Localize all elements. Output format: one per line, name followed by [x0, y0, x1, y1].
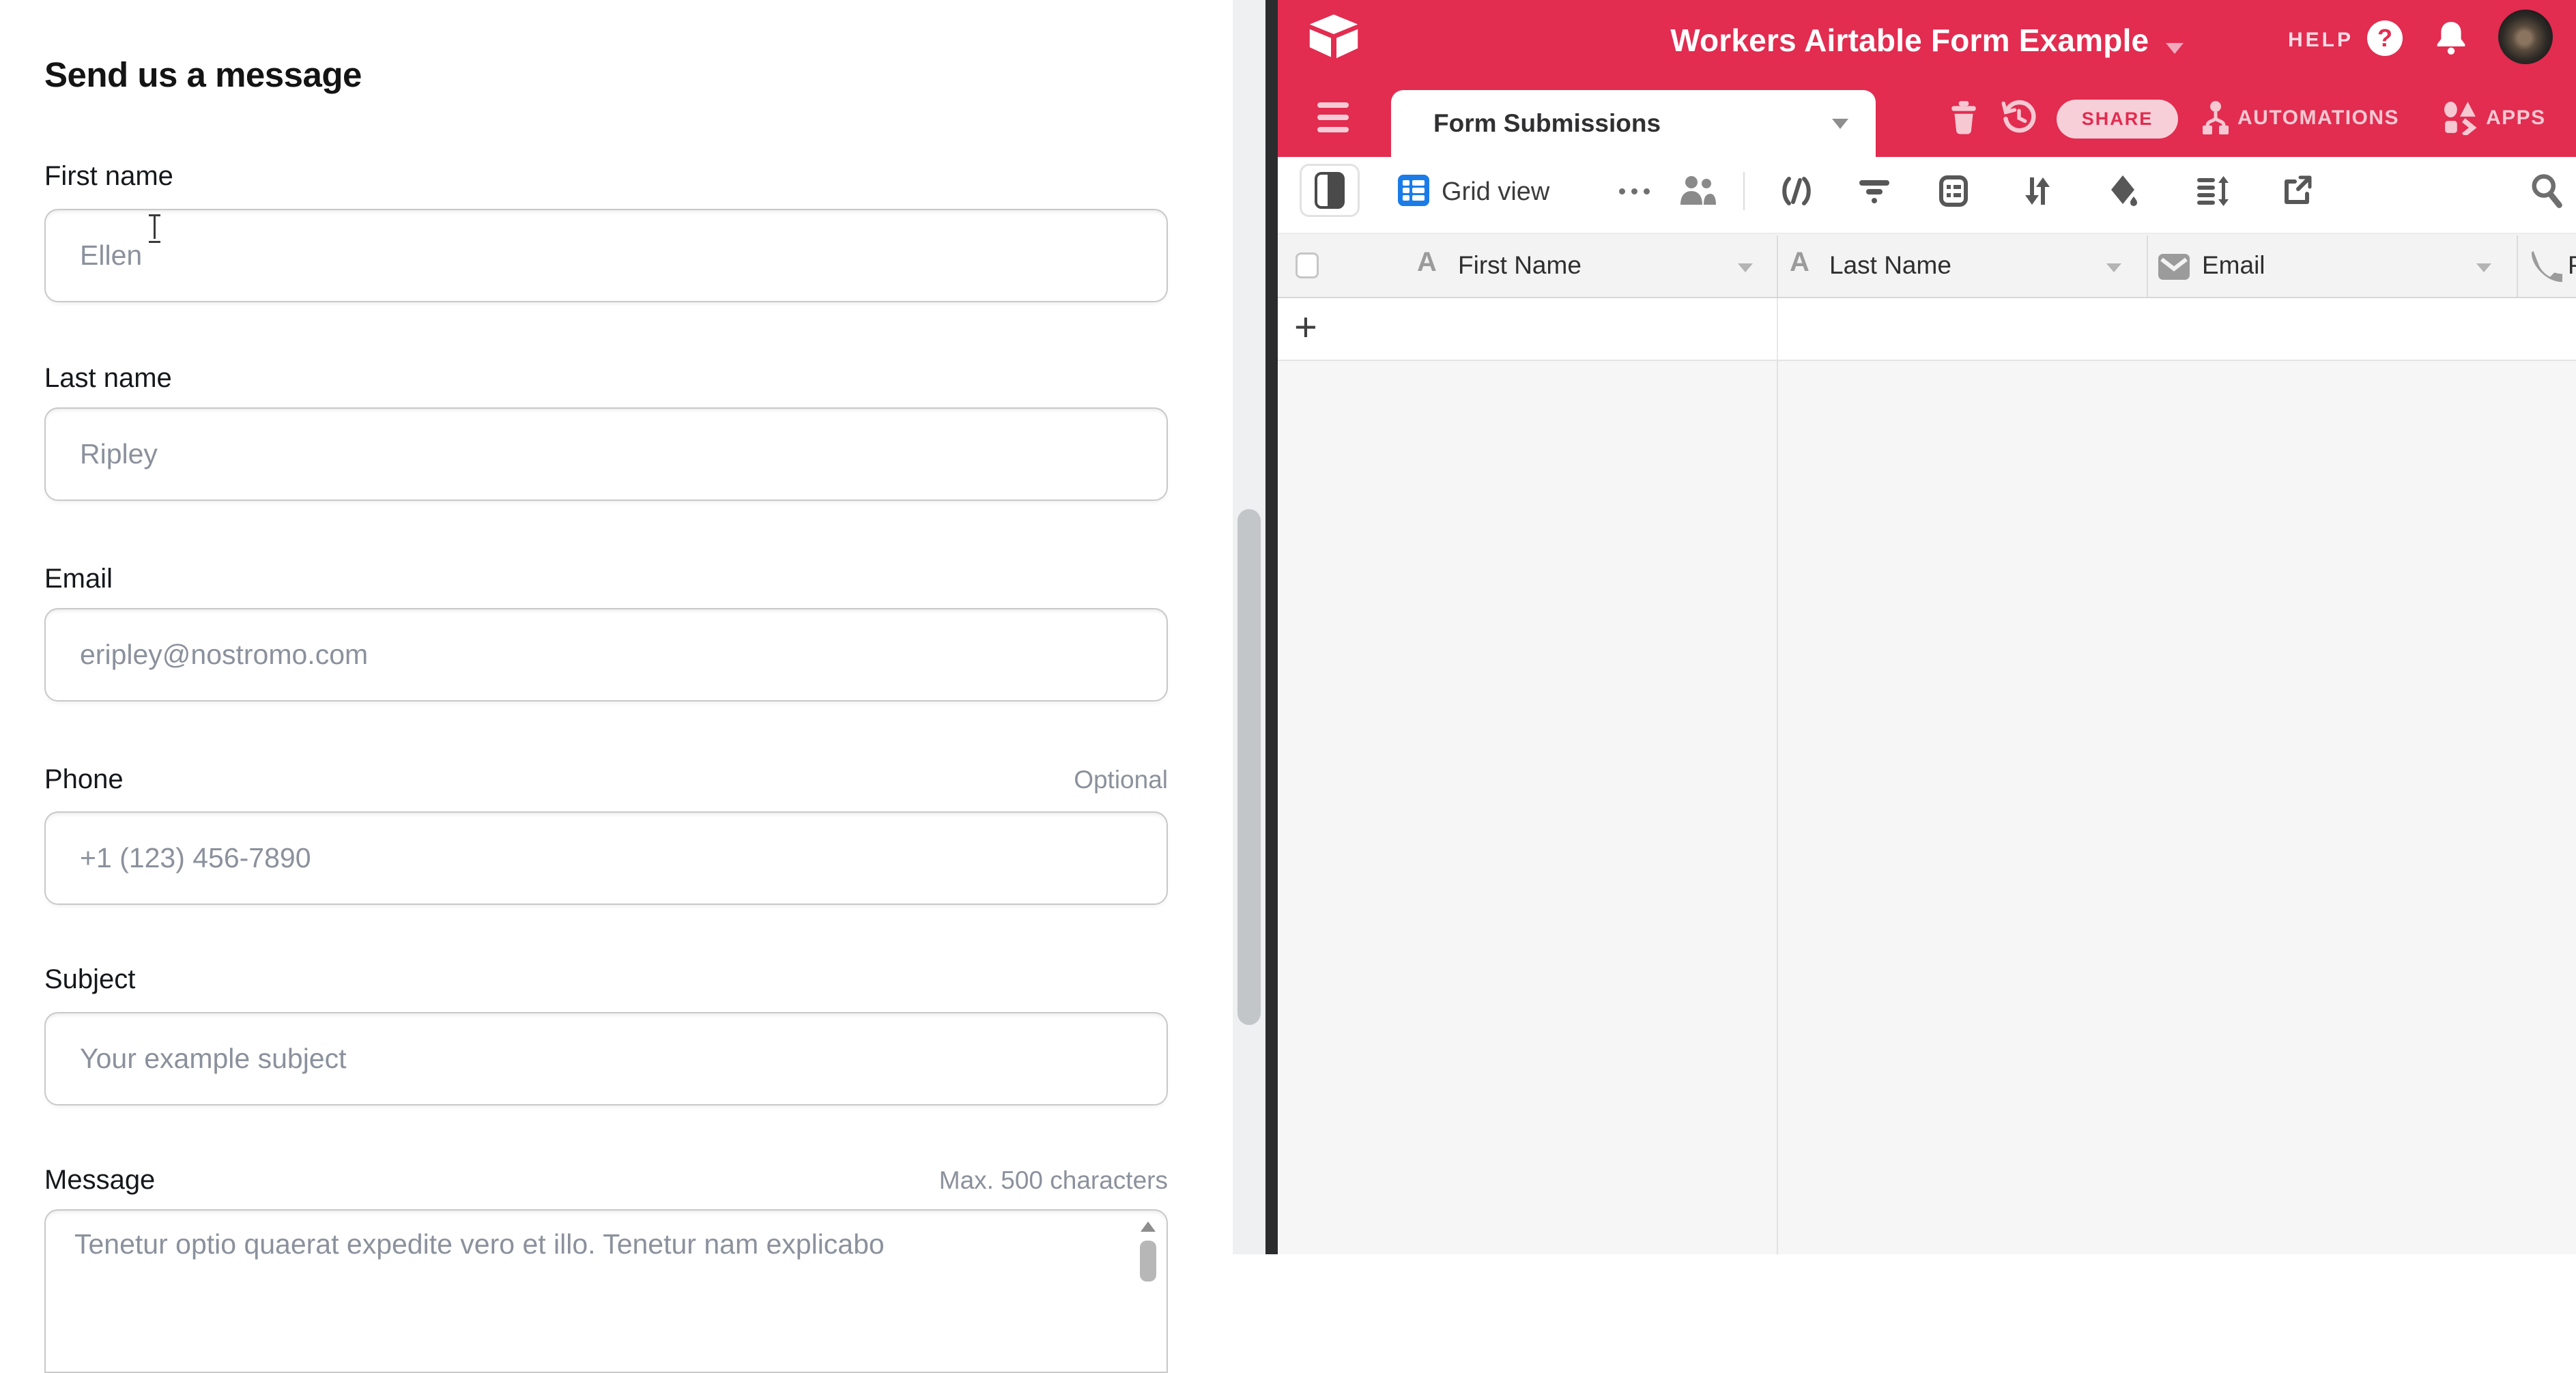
base-title[interactable]: Workers Airtable Form Example [1670, 22, 2149, 59]
column-divider[interactable] [2147, 235, 2148, 297]
first-name-placeholder: Ellen [80, 240, 142, 272]
share-button[interactable]: SHARE [2057, 100, 2178, 139]
trash-icon[interactable] [1947, 100, 1981, 135]
column-divider[interactable] [1777, 235, 1778, 297]
table-tab-form-submissions[interactable]: Form Submissions [1391, 90, 1876, 157]
notifications-bell-icon[interactable] [2434, 19, 2468, 56]
column-header-phone[interactable]: Phone [2568, 251, 2576, 280]
share-view-icon[interactable] [2280, 175, 2313, 207]
filter-icon[interactable] [1858, 175, 1891, 207]
apps-icon[interactable] [2444, 101, 2478, 135]
phone-placeholder: +1 (123) 456-7890 [80, 842, 311, 874]
table-tab-label: Form Submissions [1433, 109, 1832, 138]
phone-optional-note: Optional [887, 766, 1168, 794]
add-row-button[interactable]: + [1294, 302, 1317, 353]
collaborators-icon[interactable] [1678, 173, 1716, 207]
first-name-input[interactable]: Ellen [44, 209, 1168, 302]
email-placeholder: eripley@nostromo.com [80, 639, 368, 671]
last-name-input[interactable]: Ripley [44, 407, 1168, 501]
page-scrollbar-thumb[interactable] [1237, 509, 1261, 1025]
view-name[interactable]: Grid view [1442, 177, 1549, 207]
sort-icon[interactable] [2021, 175, 2054, 207]
user-avatar[interactable] [2498, 10, 2553, 64]
column-header-last-name[interactable]: Last Name [1829, 251, 1951, 280]
column-caret-icon[interactable] [1738, 263, 1753, 272]
column-caret-icon[interactable] [2476, 263, 2491, 272]
email-input[interactable]: eripley@nostromo.com [44, 608, 1168, 702]
textarea-scrollbar-thumb[interactable] [1140, 1241, 1156, 1282]
automations-icon[interactable] [2199, 100, 2232, 136]
column-header-first-name[interactable]: First Name [1458, 251, 1582, 280]
form-title: Send us a message [44, 55, 362, 95]
last-name-placeholder: Ripley [80, 438, 158, 470]
column-divider[interactable] [2517, 235, 2518, 297]
field-type-phone-icon [2530, 250, 2562, 283]
row-height-icon[interactable] [2196, 175, 2229, 207]
base-title-caret-icon [2166, 43, 2184, 54]
message-label: Message [44, 1165, 155, 1196]
grid-empty-area [1278, 361, 2576, 1254]
color-icon[interactable] [2106, 173, 2139, 207]
subject-label: Subject [44, 964, 135, 995]
select-all-checkbox[interactable] [1296, 252, 1319, 278]
textarea-scroll-up-icon[interactable] [1141, 1222, 1156, 1232]
automations-button[interactable]: AUTOMATIONS [2237, 106, 2399, 130]
apps-button[interactable]: APPS [2486, 106, 2546, 130]
help-button[interactable]: HELP [2288, 29, 2353, 52]
view-sidebar-toggle-button[interactable] [1300, 164, 1360, 217]
column-header-email[interactable]: Email [2202, 251, 2265, 280]
message-placeholder: Tenetur optio quaerat expedite vero et i… [74, 1228, 885, 1260]
pane-divider [1265, 0, 1278, 1254]
help-question-icon[interactable]: ? [2367, 20, 2403, 56]
contact-form-pane: Send us a message First name Ellen Last … [0, 0, 1233, 1254]
view-options-ellipsis-icon[interactable] [1619, 188, 1650, 194]
group-icon[interactable] [1937, 175, 1970, 207]
field-type-text-icon: A [1790, 247, 1809, 278]
column-caret-icon[interactable] [2106, 263, 2121, 272]
sidebar-toggle-icon [1315, 172, 1345, 209]
field-type-email-icon [2158, 254, 2190, 280]
email-label: Email [44, 564, 113, 594]
column-divider [1777, 361, 1778, 1254]
grid-view-icon [1398, 175, 1429, 206]
column-divider [1777, 298, 1778, 360]
history-icon[interactable] [2001, 100, 2037, 135]
first-name-label: First name [44, 161, 173, 192]
table-tab-caret-icon [1832, 119, 1848, 129]
field-type-text-icon: A [1417, 247, 1437, 278]
menu-hamburger-icon[interactable] [1317, 102, 1349, 132]
search-icon[interactable] [2528, 172, 2564, 209]
viewbar-divider [1743, 172, 1745, 210]
hide-fields-icon[interactable] [1780, 175, 1813, 207]
subject-input[interactable]: Your example subject [44, 1012, 1168, 1105]
text-cursor [147, 213, 163, 240]
last-name-label: Last name [44, 363, 172, 394]
phone-input[interactable]: +1 (123) 456-7890 [44, 811, 1168, 905]
message-maxchars-note: Max. 500 characters [751, 1166, 1168, 1195]
phone-label: Phone [44, 764, 124, 795]
subject-placeholder: Your example subject [80, 1043, 347, 1075]
